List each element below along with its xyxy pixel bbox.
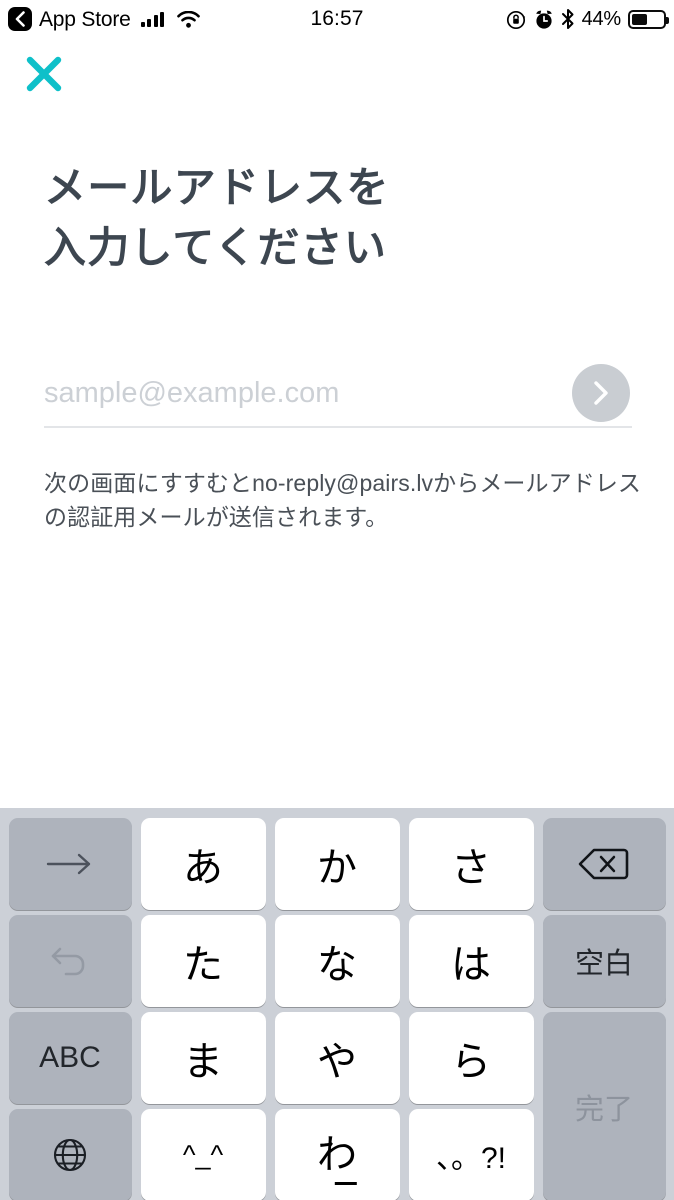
- keyboard-row-2: た な は: [136, 915, 538, 1007]
- key-label: は: [451, 943, 491, 987]
- app-screen: App Store 16:57 44% メールアドレスを 入力してください sa…: [0, 0, 674, 1200]
- close-button[interactable]: [22, 52, 66, 96]
- key-label: さ: [451, 846, 491, 890]
- battery-percent-label: 44%: [581, 7, 622, 30]
- status-bar-right: 44%: [506, 7, 669, 31]
- key-punctuation[interactable]: 、。?!: [408, 1109, 534, 1200]
- battery-nub: [666, 16, 669, 24]
- close-x-icon: [26, 56, 62, 92]
- key-ma-row[interactable]: ま: [140, 1012, 266, 1104]
- keyboard-row-1: あ か さ: [136, 818, 538, 910]
- battery-fill: [632, 13, 647, 25]
- keyboard-left-column: ABC: [4, 818, 136, 1200]
- key-ka-row[interactable]: か: [274, 818, 400, 910]
- email-input[interactable]: [44, 360, 564, 426]
- key-na-row[interactable]: な: [274, 915, 400, 1007]
- key-done[interactable]: 完了: [542, 1012, 666, 1200]
- key-label: ま: [183, 1040, 223, 1084]
- key-label: な: [317, 943, 357, 987]
- key-backspace[interactable]: [542, 818, 666, 910]
- alarm-clock-icon: [535, 10, 552, 29]
- key-ha-row[interactable]: は: [408, 915, 534, 1007]
- japanese-kana-keyboard: ABC あ か さ た な は ま や ら ^_^ わ 、。?! 空白 完了: [0, 808, 674, 1200]
- key-wa-row[interactable]: わ: [274, 1109, 400, 1200]
- verification-description: 次の画面にすすむとno-reply@pairs.lvからメールアドレスの認証用メ…: [44, 470, 642, 530]
- rotation-lock-icon: [506, 10, 525, 29]
- keyboard-row-3: ま や ら: [136, 1012, 538, 1104]
- keyboard-row-4: ^_^ わ 、。?!: [136, 1109, 538, 1200]
- bluetooth-icon: [561, 9, 574, 29]
- key-label: あ: [183, 846, 223, 890]
- key-done-label: 完了: [574, 1093, 633, 1126]
- key-label: わ: [317, 1133, 357, 1177]
- globe-icon: [53, 1138, 87, 1172]
- key-label: や: [317, 1040, 357, 1084]
- keyboard-grid: ABC あ か さ た な は ま や ら ^_^ わ 、。?! 空白 完了: [4, 818, 670, 1200]
- key-space-label: 空白: [574, 948, 633, 980]
- key-label: ^_^: [182, 1139, 224, 1170]
- keyboard-center-column: あ か さ た な は ま や ら ^_^ わ 、。?!: [136, 818, 538, 1200]
- status-bar: App Store 16:57 44%: [0, 0, 674, 38]
- key-emoticon[interactable]: ^_^: [140, 1109, 266, 1200]
- key-label: た: [183, 943, 223, 987]
- undo-arrow-icon: [51, 947, 85, 976]
- key-a-row[interactable]: あ: [140, 818, 266, 910]
- key-abc-label: ABC: [39, 1041, 101, 1074]
- battery-icon: [628, 9, 669, 29]
- key-sa-row[interactable]: さ: [408, 818, 534, 910]
- key-globe-language[interactable]: [8, 1109, 132, 1200]
- email-underline: [44, 426, 632, 428]
- key-ta-row[interactable]: た: [140, 915, 266, 1007]
- chevron-right-icon: [594, 381, 608, 405]
- key-label: か: [317, 846, 357, 890]
- key-label: 、。?!: [435, 1142, 507, 1175]
- keyboard-right-column: 空白 完了: [538, 818, 670, 1200]
- key-abc-mode[interactable]: ABC: [8, 1012, 132, 1104]
- email-field-group: [44, 360, 632, 430]
- key-ya-row[interactable]: や: [274, 1012, 400, 1104]
- page-title: メールアドレスを 入力してください: [44, 164, 390, 271]
- backspace-icon: [578, 848, 629, 880]
- key-space[interactable]: 空白: [542, 915, 666, 1007]
- key-next-candidate[interactable]: [8, 818, 132, 910]
- arrow-right-icon: [46, 853, 91, 875]
- key-ra-row[interactable]: ら: [408, 1012, 534, 1104]
- email-submit-button[interactable]: [572, 364, 630, 422]
- key-undo[interactable]: [8, 915, 132, 1007]
- key-label: ら: [451, 1040, 491, 1084]
